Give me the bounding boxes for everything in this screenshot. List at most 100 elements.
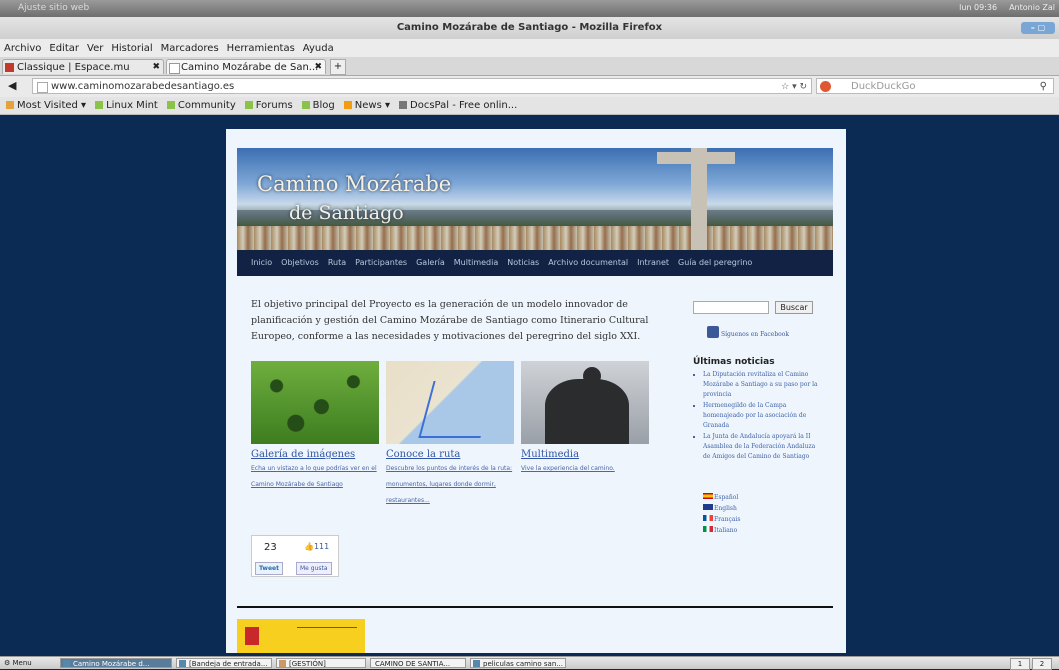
task-gestion[interactable]: [GESTIÓN] [276,658,366,668]
task-peliculas[interactable]: peliculas camino san... [470,658,566,668]
website-page: Camino Mozárabe de Santiago Inicio Objet… [226,129,846,653]
like-count-value: 111 [313,542,330,551]
url-controls[interactable]: ☆ ▾ ↻ [781,79,807,95]
tab-classique[interactable]: Classique | Espace.mu ✖ [2,59,164,74]
clock[interactable]: lun 09:36 [959,3,997,12]
nav-intranet[interactable]: Intranet [637,250,669,276]
card-title[interactable]: Multimedia [521,449,649,460]
nav-galeria[interactable]: Galería [416,250,445,276]
nav-objetivos[interactable]: Objetivos [281,250,319,276]
intro-paragraph: El objetivo principal del Proyecto es la… [251,299,649,342]
menu-editar[interactable]: Editar [45,39,83,57]
bookmark-forums[interactable]: Forums [244,97,293,114]
nav-archivo[interactable]: Archivo documental [548,250,628,276]
nav-multimedia[interactable]: Multimedia [454,250,498,276]
nav-noticias[interactable]: Noticias [507,250,539,276]
news-item[interactable]: La Junta de Andalucía apoyará la II Asam… [703,432,819,462]
card-title[interactable]: Galería de imágenes [251,449,379,460]
lang-english[interactable]: English [703,503,740,514]
task-label: Camino Mozárabe d... [73,660,150,668]
header-banner[interactable]: Camino Mozárabe de Santiago [237,148,833,250]
window-title: Camino Mozárabe de Santiago - Mozilla Fi… [396,22,663,33]
firefox-icon [63,660,70,667]
page-icon [169,63,180,74]
back-arrow-icon[interactable]: ◀ [8,79,16,92]
window-titlebar: Camino Mozárabe de Santiago - Mozilla Fi… [0,17,1059,39]
bookmark-blog[interactable]: Blog [301,97,335,114]
document-icon [473,660,480,667]
card-description[interactable]: Descubre los puntos de interés de la rut… [386,461,514,509]
search-input[interactable]: DuckDuckGo ⚲ [816,78,1054,94]
menu-ver[interactable]: Ver [83,39,107,57]
menu-archivo[interactable]: Archivo [0,39,45,57]
like-count: 👍111 [304,542,329,551]
task-mail[interactable]: [Bandeja de entrada... [176,658,272,668]
statue-image[interactable] [521,361,649,444]
lang-italiano[interactable]: Italiano [703,525,740,536]
folder-icon [279,660,286,667]
workspace-2[interactable]: 2 [1032,658,1052,670]
uk-flag-icon [703,504,713,510]
window-controls[interactable]: – ▢ [1021,22,1055,34]
facebook-follow-link[interactable]: Síguenos en Facebook [707,326,789,338]
card-title[interactable]: Conoce la ruta [386,449,514,460]
tweet-count: 23 [264,542,277,553]
menu-ayuda[interactable]: Ayuda [299,39,338,57]
url-text[interactable]: www.caminomozarabedesantiago.es [51,81,234,92]
lang-espanol[interactable]: Español [703,492,740,503]
close-icon[interactable]: ✖ [314,60,322,74]
nav-participantes[interactable]: Participantes [355,250,407,276]
france-flag-icon [703,515,713,521]
menu-marcadores[interactable]: Marcadores [157,39,223,57]
bookmark-docspal[interactable]: DocsPal - Free onlin... [399,97,517,114]
start-menu-button[interactable]: ⚙ Menu [4,658,32,668]
facebook-like-button[interactable]: Me gusta [296,562,332,575]
task-label: peliculas camino san... [483,660,563,668]
tweet-button[interactable]: Tweet [255,562,283,575]
card-description[interactable]: Echa un vistazo a lo que podrías ver en … [251,461,379,493]
route-map-image[interactable] [386,361,514,444]
italy-flag-icon [703,526,713,532]
lang-francais[interactable]: Français [703,514,740,525]
system-app-label: Ajuste sitio web [18,3,90,13]
news-heading: Últimas noticias [693,357,775,367]
news-item[interactable]: La Diputación revitaliza el Camino Mozár… [703,370,819,400]
menu-herramientas[interactable]: Herramientas [223,39,299,57]
bookmark-news[interactable]: News ▾ [343,97,391,114]
tab-camino[interactable]: Camino Mozárabe de San... ✖ [166,59,326,74]
nav-guia[interactable]: Guía del peregrino [678,250,752,276]
forest-image[interactable] [251,361,379,444]
site-title-line2: de Santiago [289,202,404,224]
nav-ruta[interactable]: Ruta [328,250,346,276]
card-ruta: Conoce la ruta Descubre los puntos de in… [386,361,514,509]
spain-flag-icon [703,493,713,499]
url-bar[interactable]: www.caminomozarabedesantiago.es ☆ ▾ ↻ [32,78,812,94]
news-item[interactable]: Hermenegildo de la Campa homenajeado por… [703,401,819,431]
bookmark-label: News ▾ [354,100,391,111]
search-placeholder: DuckDuckGo [851,81,916,92]
task-firefox[interactable]: Camino Mozárabe d... [60,658,172,668]
new-tab-button[interactable]: + [330,59,346,75]
workspace-1[interactable]: 1 [1010,658,1030,670]
mail-icon [179,660,186,667]
task-camino-doc[interactable]: CAMINO DE SANTIA... [370,658,466,668]
site-search-input[interactable] [693,301,769,314]
government-logo[interactable] [237,619,365,653]
user-name[interactable]: Antonio Zal [1009,3,1055,12]
lang-label: English [714,505,737,512]
menu-historial[interactable]: Historial [107,39,156,57]
page-icon [37,82,48,93]
bookmark-community[interactable]: Community [166,97,236,114]
taskbar: ⚙ Menu Camino Mozárabe d... [Bandeja de … [0,656,1059,670]
bookmark-most-visited[interactable]: Most Visited ▾ [6,97,86,114]
statue-body [545,379,629,444]
close-icon[interactable]: ✖ [152,60,160,74]
site-navigation: Inicio Objetivos Ruta Participantes Gale… [237,250,833,276]
search-icon[interactable]: ⚲ [1040,79,1047,95]
tab-label: Classique | Espace.mu [17,62,130,73]
nav-inicio[interactable]: Inicio [251,250,272,276]
search-button[interactable]: Buscar [775,301,813,314]
duckduckgo-icon[interactable] [820,81,831,92]
card-description[interactable]: Vive la experiencia del camino. [521,461,649,477]
bookmark-linux-mint[interactable]: Linux Mint [95,97,158,114]
